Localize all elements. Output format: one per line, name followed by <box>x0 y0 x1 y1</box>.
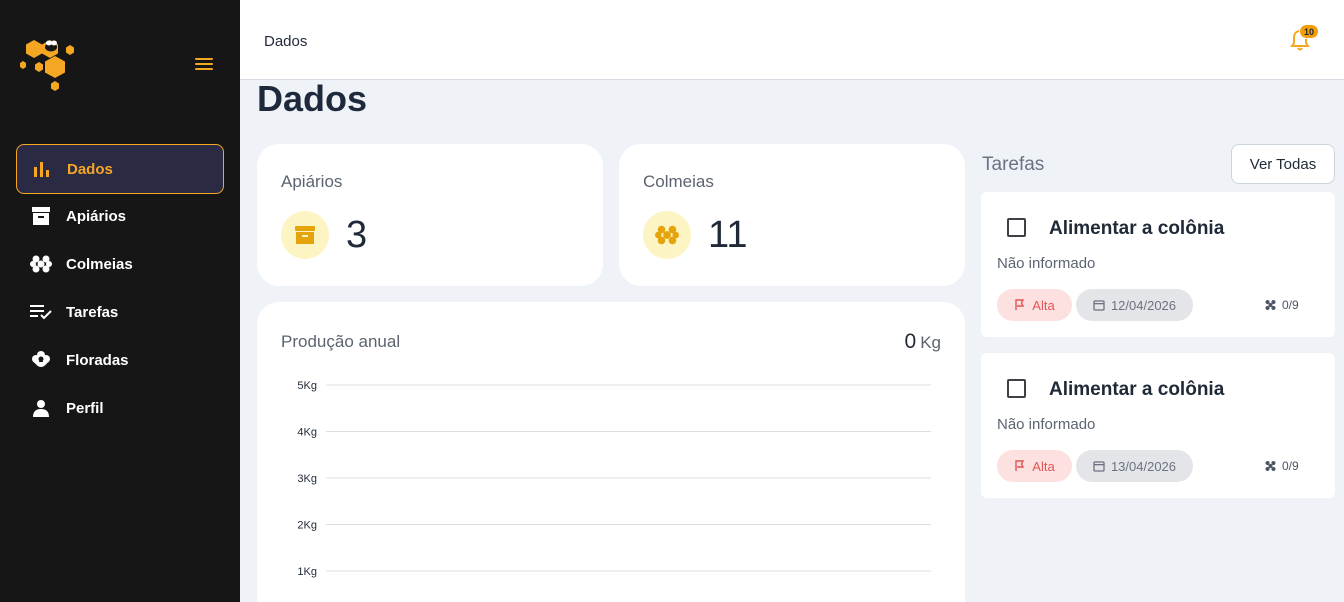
production-title: Produção anual <box>281 332 401 351</box>
task-count-value: 0/9 <box>1282 298 1299 312</box>
notification-badge: 10 <box>1299 24 1319 39</box>
stat-icon-circle <box>281 211 329 259</box>
sidebar-item-label: Tarefas <box>66 303 119 321</box>
task-card[interactable]: Alimentar a colônia Não informado Alta 1… <box>981 353 1335 498</box>
task-date: 13/04/2026 <box>1110 458 1177 474</box>
stat-value: 3 <box>346 214 368 256</box>
sidebar-item-label: Apiários <box>66 207 127 225</box>
archive-box-icon <box>30 205 52 227</box>
bee-hive-logo <box>20 40 74 91</box>
date-badge: 13/04/2026 <box>1076 450 1193 482</box>
date-badge: 12/04/2026 <box>1076 289 1193 321</box>
y-tick-label: 3Kg <box>297 473 317 485</box>
sidebar-item-label: Colmeias <box>66 255 133 273</box>
production-total: 0 Kg <box>905 330 941 354</box>
flag-icon <box>1015 299 1025 310</box>
hive-icon <box>1265 460 1276 472</box>
production-card: Produção anual 0 Kg 5Kg 4Kg 3Kg 2Kg 1Kg <box>257 302 965 602</box>
task-hive-count: 0/9 <box>1264 459 1299 473</box>
sidebar-item-tarefas[interactable]: Tarefas <box>16 288 224 336</box>
priority-label: Alta <box>1032 458 1055 474</box>
task-hive-count: 0/9 <box>1264 298 1299 312</box>
task-description: Não informado <box>997 416 1096 433</box>
task-description: Não informado <box>997 255 1096 272</box>
sidebar-item-apiarios[interactable]: Apiários <box>16 192 224 240</box>
task-count-value: 0/9 <box>1282 459 1299 473</box>
sidebar-item-dados[interactable]: Dados <box>16 144 224 194</box>
user-icon <box>30 397 52 419</box>
breadcrumb: Dados <box>264 33 308 50</box>
tasks-title: Tarefas <box>982 154 1045 175</box>
priority-label: Alta <box>1032 297 1055 313</box>
menu-toggle-button[interactable] <box>192 55 216 73</box>
sidebar-item-label: Dados <box>67 160 113 178</box>
stat-value: 11 <box>708 214 748 256</box>
top-bar: Dados 10 <box>240 0 1344 80</box>
y-tick-label: 4Kg <box>297 427 317 439</box>
stat-card-colmeias: Colmeias 11 <box>619 144 965 286</box>
y-tick-label: 5Kg <box>297 380 317 392</box>
archive-box-icon <box>295 226 315 244</box>
checklist-icon <box>30 301 52 323</box>
sidebar-item-label: Floradas <box>66 351 129 369</box>
bar-chart-icon <box>31 158 53 180</box>
task-checkbox[interactable] <box>1007 218 1026 237</box>
sidebar-nav: Dados Apiários Colmeias Tarefas Floradas <box>16 144 224 432</box>
task-date: 12/04/2026 <box>1110 297 1177 313</box>
task-checkbox[interactable] <box>1007 379 1026 398</box>
stat-label: Apiários <box>281 172 343 191</box>
sidebar-item-label: Perfil <box>66 399 104 417</box>
task-title: Alimentar a colônia <box>1049 218 1225 239</box>
hive-icon <box>655 225 679 245</box>
sidebar-item-perfil[interactable]: Perfil <box>16 384 224 432</box>
flower-icon <box>30 349 52 371</box>
stat-icon-circle <box>643 211 691 259</box>
sidebar-item-colmeias[interactable]: Colmeias <box>16 240 224 288</box>
production-chart: 5Kg 4Kg 3Kg 2Kg 1Kg <box>297 380 931 578</box>
stat-label: Colmeias <box>643 172 714 191</box>
page-title: Dados <box>257 78 368 119</box>
task-title: Alimentar a colônia <box>1049 379 1225 400</box>
y-tick-label: 2Kg <box>297 520 317 532</box>
task-card[interactable]: Alimentar a colônia Não informado Alta 1… <box>981 192 1335 337</box>
calendar-icon <box>1093 461 1105 472</box>
priority-badge: Alta <box>997 289 1072 321</box>
calendar-icon <box>1093 300 1105 311</box>
sidebar-item-floradas[interactable]: Floradas <box>16 336 224 384</box>
view-all-button[interactable]: Ver Todas <box>1231 144 1335 184</box>
flag-icon <box>1015 460 1025 471</box>
sidebar: Dados Apiários Colmeias Tarefas Floradas <box>0 0 240 602</box>
priority-badge: Alta <box>997 450 1072 482</box>
production-value: 0 <box>904 330 917 353</box>
y-tick-label: 1Kg <box>297 566 317 578</box>
production-unit: Kg <box>920 333 941 352</box>
hive-icon <box>1265 299 1276 311</box>
stat-card-apiarios: Apiários 3 <box>257 144 603 286</box>
hive-icon <box>30 253 52 275</box>
